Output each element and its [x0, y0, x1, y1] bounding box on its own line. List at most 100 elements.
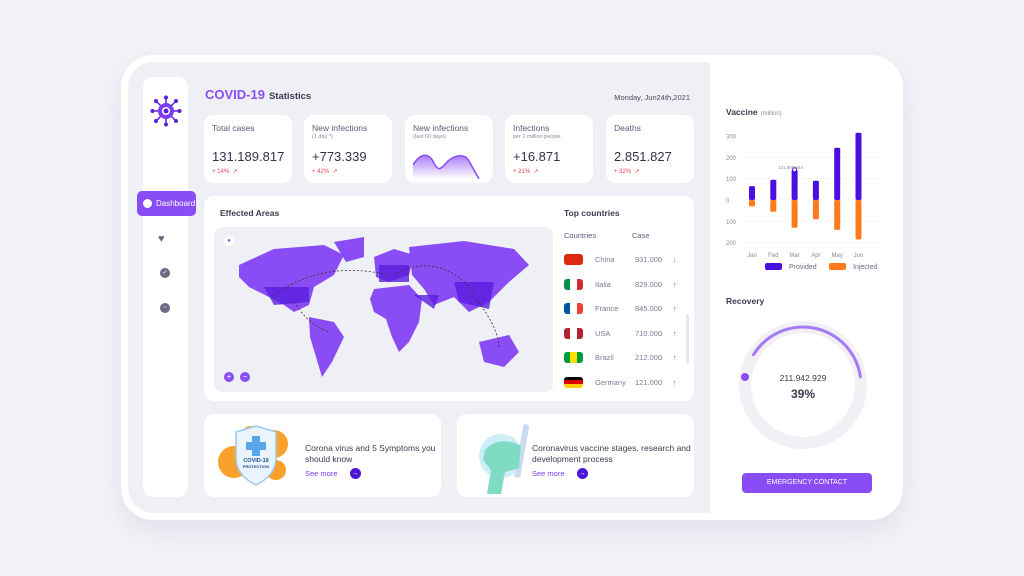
recovery-title: Recovery: [726, 296, 765, 306]
flag-icon: [564, 376, 583, 388]
y-tick-label: 200: [726, 241, 737, 247]
check-circle-icon[interactable]: ✓: [160, 268, 170, 278]
case-value: 845.000: [635, 304, 663, 313]
stat-card-new-infections-60: New infections (last 60 days): [405, 115, 493, 183]
recovery-center: 211.942.929 39%: [738, 373, 868, 401]
scrollbar[interactable]: [686, 314, 689, 364]
world-map[interactable]: ● + −: [214, 227, 553, 392]
bar-injected[interactable]: [855, 200, 862, 240]
see-more-link[interactable]: See more: [305, 469, 338, 478]
stat-card-new-infections: New infections (1 day *) +773.339 + 42% ↗: [304, 115, 392, 183]
flag-icon: [564, 278, 583, 290]
vaccine-title-text: Vaccine: [726, 107, 758, 117]
bar-injected[interactable]: [834, 200, 841, 230]
stat-change: + 14%: [212, 169, 230, 175]
stat-sub: per 1 million people: [513, 134, 561, 140]
heart-icon[interactable]: ♥: [158, 233, 165, 245]
emergency-contact-button[interactable]: EMERGENCY CONTACT: [742, 473, 872, 493]
y-tick-label: 300: [726, 135, 737, 141]
stat-change: + 42%: [312, 169, 330, 175]
arrow-up-icon: ↑: [673, 304, 677, 313]
article-card-symptoms[interactable]: COVID-19 PROTECTION Corona virus and 5 Sy…: [204, 414, 441, 497]
zoom-out-icon[interactable]: −: [240, 372, 250, 382]
bar-provided[interactable]: [812, 180, 819, 200]
flag-icon: [564, 352, 583, 363]
title-accent: COVID-19: [205, 87, 265, 102]
stat-card-deaths: Deaths 2.851.827 + 32% ↗: [606, 115, 694, 183]
country-name: France: [595, 304, 619, 313]
col-header-case: Case: [632, 231, 650, 240]
country-name: Germany: [595, 377, 626, 387]
stat-title: Deaths: [614, 123, 641, 133]
table-row[interactable]: Italia 829.000 ↑: [564, 278, 677, 290]
arrow-up-right-icon: ↗: [531, 169, 539, 175]
table-row[interactable]: Brazil 212.000 ↑: [564, 352, 677, 363]
case-value: 121.000: [635, 377, 663, 387]
table-row[interactable]: Germany 121.000 ↑: [564, 376, 677, 388]
date-label: Monday, Jun24th,2021: [614, 93, 690, 102]
sidebar: ♥ ✓ ~: [143, 77, 188, 497]
annotation-point: [792, 167, 798, 173]
flag-icon: [564, 303, 583, 314]
bar-provided[interactable]: [791, 169, 798, 200]
stat-sub: (last 60 days): [413, 134, 447, 140]
y-tick-label: 100: [726, 177, 737, 183]
arrow-down-icon: ↓: [673, 255, 677, 264]
virus-logo-icon: [150, 95, 182, 127]
bar-injected[interactable]: [812, 200, 819, 220]
bar-provided[interactable]: [770, 179, 777, 200]
arrow-up-icon: ↑: [673, 279, 677, 289]
map-title: Effected Areas: [220, 208, 280, 218]
article-title: Corona virus and 5 Symptoms you should k…: [305, 443, 436, 464]
recovery-value: 211.942.929: [779, 373, 827, 383]
bar-injected[interactable]: [770, 200, 777, 212]
country-name: Brazil: [595, 353, 614, 362]
x-tick-label: Jun: [854, 253, 864, 259]
case-value: 829.000: [635, 279, 663, 289]
bar-injected[interactable]: [791, 200, 798, 228]
legend-injected: Injected: [853, 264, 878, 271]
y-tick-label: 200: [726, 156, 737, 162]
stat-title: Infections: [513, 123, 550, 133]
stat-card-infections-per-million: Infections per 1 million people +16.871 + …: [505, 115, 593, 183]
see-more-link[interactable]: See more: [532, 469, 565, 478]
stat-value: +16.871: [513, 149, 561, 164]
article-card-vaccine[interactable]: Coronavirus vaccine stages, research and…: [457, 414, 694, 497]
bar-injected[interactable]: [749, 200, 755, 207]
bar-provided[interactable]: [855, 132, 862, 200]
covid-protection-illustration: [218, 425, 288, 486]
sidebar-item-dashboard[interactable]: Dashboard: [137, 191, 196, 216]
table-row[interactable]: France 845.000 ↑: [564, 303, 677, 314]
zoom-in-icon[interactable]: +: [224, 372, 234, 382]
x-tick-label: May: [832, 253, 843, 259]
arrow-right-icon[interactable]: →: [576, 468, 588, 479]
country-name: Italia: [595, 279, 611, 289]
x-tick-label: Apr: [811, 253, 820, 259]
legend-swatch-provided: [765, 263, 782, 270]
sparkline: [413, 154, 480, 179]
table-row[interactable]: China 931.000 ↓: [564, 254, 677, 265]
stat-change: + 32%: [614, 169, 632, 175]
vaccine-chart: 300 200 100 0 100 200 Jan Fed Mar Apr May Jun 141.66…: [726, 132, 880, 271]
flag-icon: [564, 327, 583, 339]
case-value: 212.000: [635, 353, 663, 362]
legend-swatch-injected: [829, 263, 846, 270]
stat-value: 131.189.817: [212, 149, 285, 164]
australia: [479, 335, 519, 367]
case-value: 710.000: [635, 328, 663, 338]
covid-badge-text: COVID-19 PROTECTION: [240, 458, 272, 470]
vaccine-title: Vaccine (million): [726, 107, 782, 117]
search-icon[interactable]: ●: [224, 236, 234, 246]
arrow-up-right-icon: ↗: [330, 169, 338, 175]
stat-sub: [212, 134, 284, 141]
chat-icon: [143, 199, 152, 208]
stat-sub: (1 day *): [312, 134, 333, 140]
arrow-right-icon[interactable]: →: [349, 468, 361, 479]
bar-provided[interactable]: [749, 186, 755, 200]
table-row[interactable]: USA 710.000 ↑: [564, 327, 677, 339]
activity-icon[interactable]: ~: [160, 303, 170, 313]
bar-provided[interactable]: [834, 147, 841, 200]
stat-value: 2.851.827: [614, 149, 672, 164]
badge-line2: PROTECTION: [242, 464, 270, 469]
effected-areas-card: Effected Areas ● + − Top countries Count…: [204, 196, 694, 401]
